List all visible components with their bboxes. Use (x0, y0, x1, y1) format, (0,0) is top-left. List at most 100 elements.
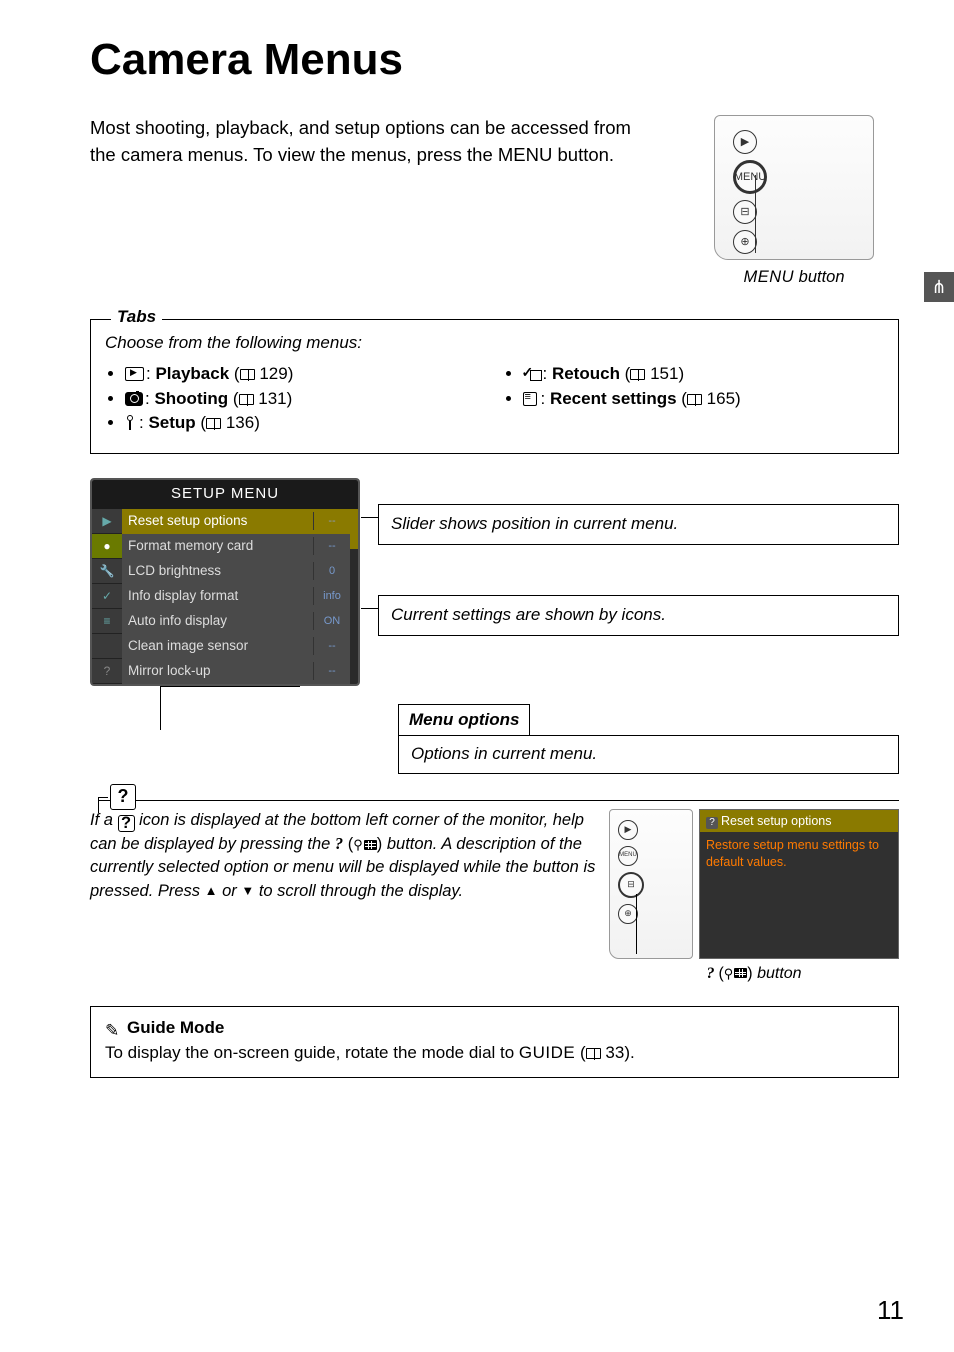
menu-button-caption: MENU button (689, 266, 899, 288)
tabs-lead: Choose from the following menus: (105, 332, 884, 355)
page-ref-icon (687, 394, 702, 405)
tab-name: Shooting (154, 389, 228, 408)
lcd-header: SETUP MENU (92, 480, 358, 508)
page-ref: 165 (707, 389, 735, 408)
help-button-caption: ? (⚲) button (609, 963, 899, 985)
zoom-out-icon: ⊟ (733, 200, 757, 224)
tab-name: Retouch (552, 364, 620, 383)
lcd-tab-help-icon: ? (92, 659, 122, 684)
setup-icon (125, 416, 137, 430)
lcd-tab-recent-icon: ≡ (92, 609, 122, 634)
lcd-list: Reset setup options-- Format memory card… (122, 509, 350, 684)
lcd-row-value: -- (314, 514, 350, 529)
up-triangle-icon: ▲ (205, 883, 218, 898)
lcd-row: Mirror lock-up-- (122, 659, 350, 684)
tabs-box: Tabs Choose from the following menus: : … (90, 319, 899, 455)
lcd-row-label: Mirror lock-up (122, 662, 314, 680)
lcd-row-label: LCD brightness (122, 562, 314, 580)
lcd-row: Clean image sensor-- (122, 634, 350, 659)
tab-setup: : Setup ( 136) (125, 412, 487, 435)
zoom-out-button-icon: ⊟ (618, 872, 644, 898)
lcd-row-label: Auto info display (122, 612, 314, 630)
zoom-out-thumb-icon: ⚲ (724, 965, 748, 983)
menu-button-figure: ▶ MENU ⊟ ⊕ MENU button (689, 115, 899, 288)
lcd-tab-setup-icon: 🔧 (92, 559, 122, 584)
guide-mode-box: Guide Mode To display the on-screen guid… (90, 1006, 899, 1078)
page-ref: 151 (650, 364, 678, 383)
tab-playback: : Playback ( 129) (125, 363, 487, 386)
zoom-in-icon: ⊕ (733, 230, 757, 254)
lcd-row-label: Clean image sensor (122, 637, 314, 655)
tabs-label: Tabs (111, 306, 162, 329)
caption-button-word: button (753, 965, 802, 982)
guide-title-text: Guide Mode (127, 1018, 224, 1037)
down-triangle-icon: ▼ (241, 883, 254, 898)
guide-frag: ). (624, 1043, 634, 1062)
serif-q-icon: ? (706, 965, 718, 982)
lcd-row-value: info (314, 589, 350, 604)
help-question-icon: ? (110, 784, 136, 810)
help-tooltip: ?Reset setup options Restore setup menu … (699, 809, 899, 959)
help-section: ? If a ? icon is displayed at the bottom… (90, 800, 899, 985)
page-ref-icon (206, 418, 221, 429)
lcd-row-value: -- (314, 664, 350, 679)
lcd-tab-icons: ▶ ● 🔧 ✓ ≡ ? (92, 509, 122, 684)
serif-q-icon: ? (335, 834, 343, 853)
page-ref: 136 (226, 413, 254, 432)
lcd-row-label: Info display format (122, 587, 314, 605)
lcd-row-value: ON (314, 614, 350, 629)
menu-options-body: Options in current menu. (398, 735, 899, 774)
help-text: If a ? icon is displayed at the bottom l… (90, 809, 597, 985)
recent-icon (523, 392, 539, 406)
playback-icon (125, 367, 144, 381)
page-ref: 33 (605, 1043, 624, 1062)
lcd-scrollbar (350, 509, 358, 684)
intro-paragraph: Most shooting, playback, and setup optio… (90, 115, 659, 288)
tab-name: Setup (148, 413, 195, 432)
tabs-list-left: : Playback ( 129) : Shooting ( 131) : Se… (105, 361, 487, 438)
page-ref-icon (240, 369, 255, 380)
guide-frag: To display the on-screen guide, rotate t… (105, 1043, 519, 1062)
lcd-tab-play-icon: ▶ (92, 509, 122, 534)
menu-button-icon: MENU (733, 160, 767, 194)
help-frag: to scroll through the display. (254, 882, 463, 900)
lcd-row: Format memory card-- (122, 534, 350, 559)
note-pencil-icon (105, 1020, 123, 1038)
lcd-row-value: -- (314, 639, 350, 654)
lcd-row-value: -- (314, 539, 350, 554)
menu-options-title: Menu options (398, 704, 530, 736)
callout-slider: Slider shows position in current menu. (378, 504, 899, 545)
lcd-row-label: Reset setup options (122, 512, 314, 530)
guide-frag: ( (575, 1043, 585, 1062)
tab-shooting: : Shooting ( 131) (125, 388, 487, 411)
tab-name: Recent settings (550, 389, 677, 408)
lcd-row: Auto info displayON (122, 609, 350, 634)
lcd-row: LCD brightness0 (122, 559, 350, 584)
lcd-row-label: Format memory card (122, 537, 314, 555)
shooting-icon (125, 392, 143, 406)
lcd-row: Info display formatinfo (122, 584, 350, 609)
guide-mode-word: GUIDE (519, 1043, 575, 1062)
page-ref-icon (586, 1048, 601, 1059)
intro-text: Most shooting, playback, and setup optio… (90, 117, 631, 165)
guide-mode-title: Guide Mode (105, 1017, 884, 1040)
lcd-tab-retouch-icon: ✓ (92, 584, 122, 609)
guide-mode-body: To display the on-screen guide, rotate t… (105, 1042, 884, 1065)
tabs-list-right: : Retouch ( 151) : Recent settings ( 165… (503, 361, 885, 438)
page-title: Camera Menus (90, 30, 899, 89)
tooltip-body: Restore setup menu settings to default v… (700, 832, 898, 875)
tab-recent: : Recent settings ( 165) (523, 388, 885, 411)
help-frag: or (218, 882, 242, 900)
play-icon: ▶ (618, 820, 638, 840)
callout-icons: Current settings are shown by icons. (378, 595, 899, 636)
caption-menu-word: MENU (743, 268, 794, 286)
tab-name: Playback (155, 364, 229, 383)
help-q-inline-icon: ? (118, 815, 135, 832)
retouch-icon (523, 367, 541, 381)
lcd-tab-shoot-icon: ● (92, 534, 122, 559)
section-thumb-tab: ⋔ (924, 272, 954, 302)
zoom-out-thumb-icon: ⚲ (353, 836, 377, 854)
help-frag: If a (90, 811, 118, 829)
lcd-screenshot: SETUP MENU ▶ ● 🔧 ✓ ≡ ? Reset setup optio… (90, 478, 360, 685)
menu-icon: MENU (618, 846, 638, 866)
